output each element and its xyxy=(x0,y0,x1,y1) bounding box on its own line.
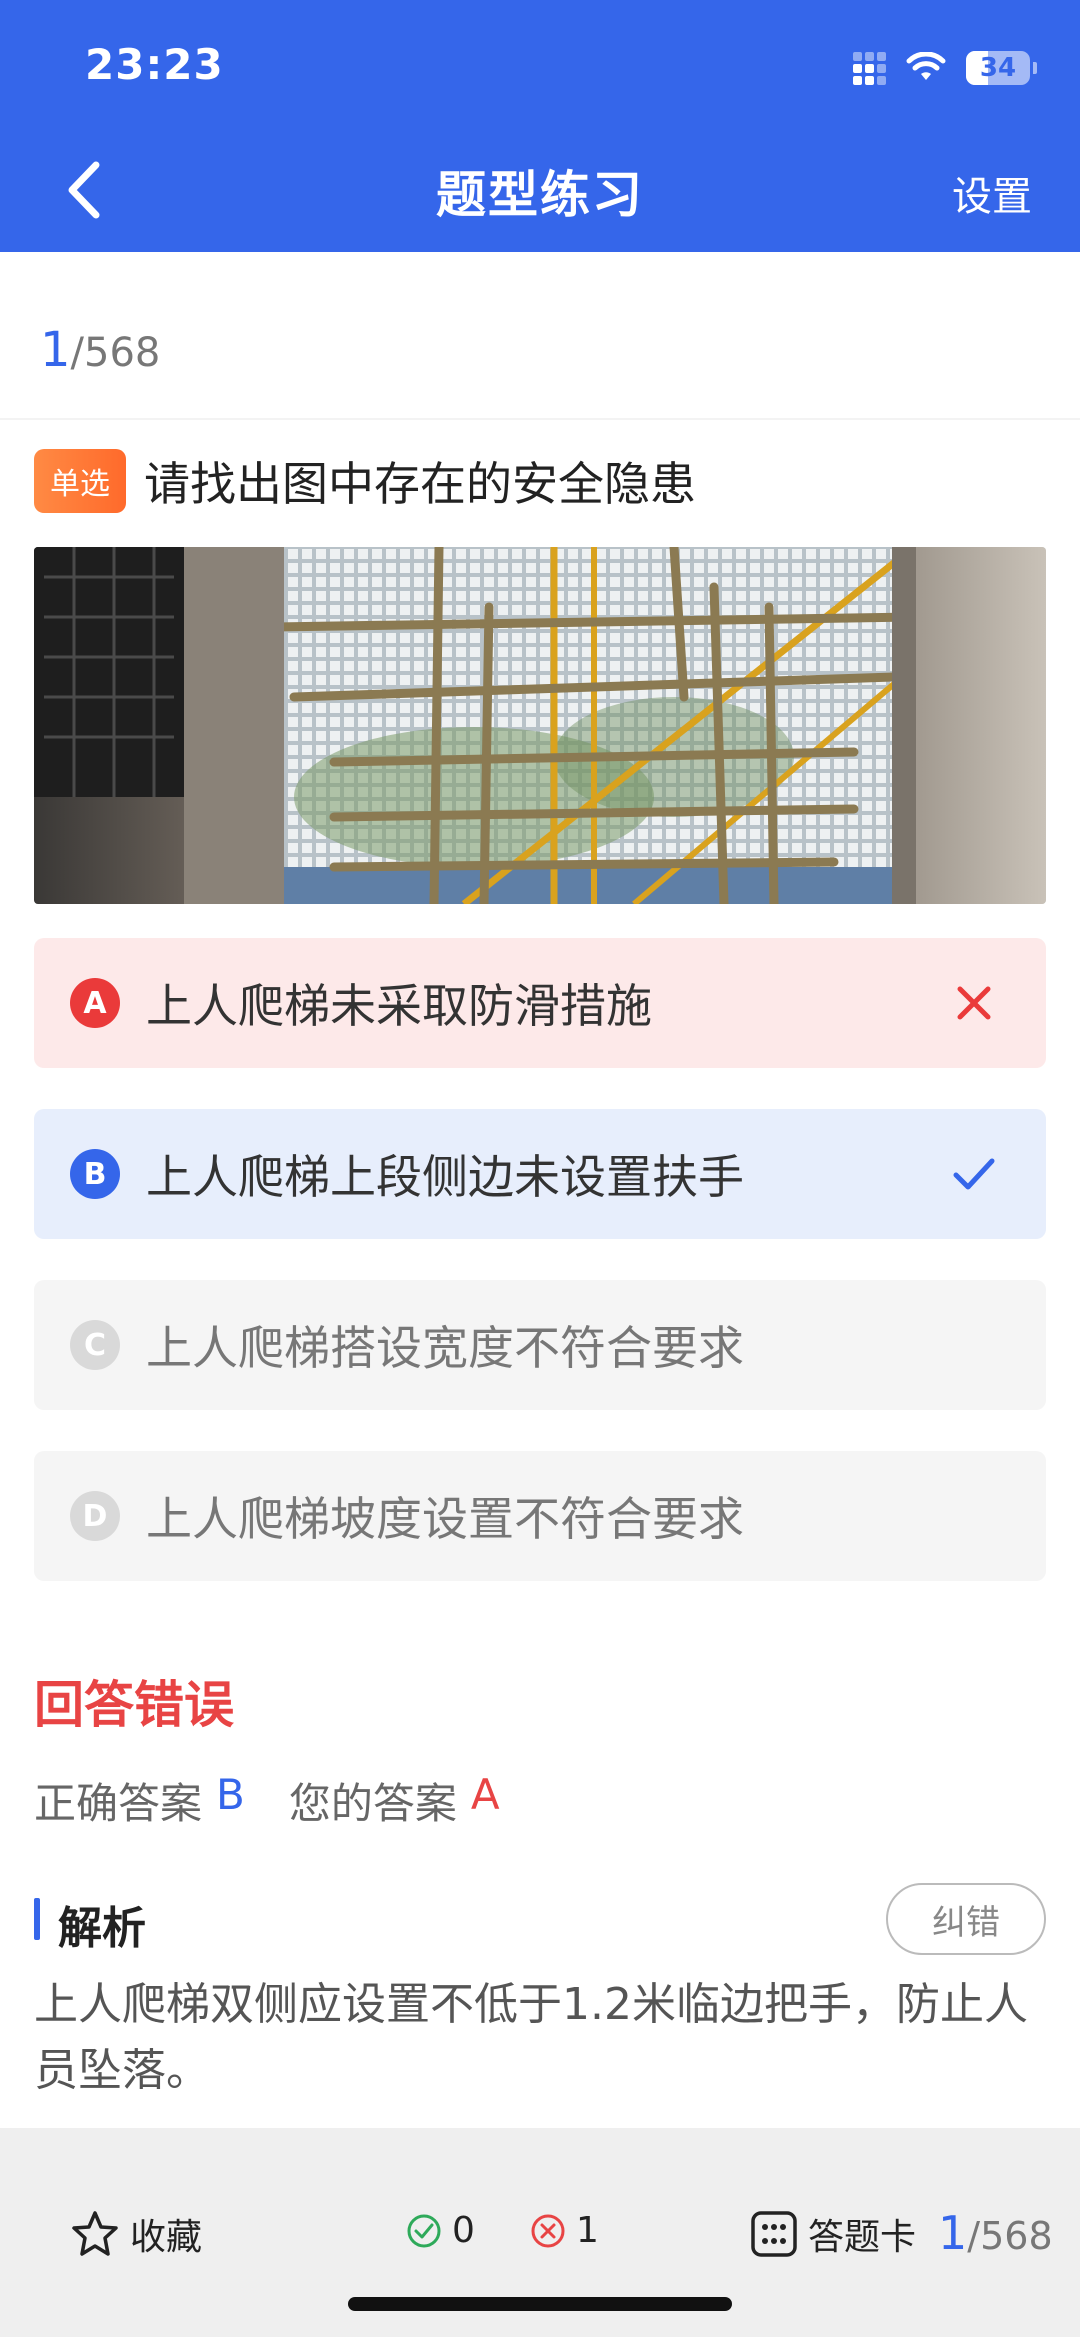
option-c[interactable]: C 上人爬梯搭设宽度不符合要求 xyxy=(34,1280,1046,1410)
option-text: 上人爬梯上段侧边未设置扶手 xyxy=(146,1150,744,1204)
correct-count: 0 xyxy=(406,2210,475,2251)
your-answer-label: 您的答案 xyxy=(288,1779,457,1828)
progress-current: 1 xyxy=(938,2206,968,2260)
question-type-badge: 单选 xyxy=(34,449,126,513)
option-letter: D xyxy=(70,1491,120,1541)
wifi-icon xyxy=(906,52,946,80)
correct-answer-label: 正确答案 xyxy=(34,1779,203,1828)
favorite-button[interactable]: 收藏 xyxy=(70,2208,202,2260)
option-a[interactable]: A 上人爬梯未采取防滑措施 xyxy=(34,938,1046,1068)
correct-answer-value: B xyxy=(216,1770,245,1819)
question-image[interactable] xyxy=(34,547,1046,904)
option-letter: B xyxy=(70,1149,120,1199)
counter-total: /568 xyxy=(70,330,161,376)
check-icon xyxy=(953,1158,995,1190)
result-title: 回答错误 xyxy=(34,1676,234,1734)
battery-level: 34 xyxy=(979,53,1017,83)
wrong-count-value: 1 xyxy=(576,2210,599,2251)
question-header: 单选 请找出图中存在的安全隐患 xyxy=(34,448,696,514)
option-text: 上人爬梯搭设宽度不符合要求 xyxy=(146,1321,744,1375)
signal-icon xyxy=(853,51,886,85)
analysis-text: 上人爬梯双侧应设置不低于1.2米临边把手，防止人员坠落。 xyxy=(34,1979,1028,2096)
status-time: 23:23 xyxy=(85,40,224,89)
progress-total: /568 xyxy=(967,2214,1053,2258)
close-icon xyxy=(957,986,991,1020)
divider xyxy=(0,418,1080,420)
counter-current: 1 xyxy=(40,322,71,378)
top-bar: 23:23 34 题型练习 设置 xyxy=(0,0,1080,252)
correct-count-value: 0 xyxy=(452,2210,475,2251)
status-icons: 34 xyxy=(853,48,1037,88)
battery-icon: 34 xyxy=(966,51,1037,85)
answer-card-button[interactable]: 答题卡 xyxy=(750,2208,916,2260)
progress-counter: 1/568 xyxy=(938,2206,1053,2260)
option-letter: A xyxy=(70,978,120,1028)
your-answer-value: A xyxy=(470,1770,500,1819)
check-circle-icon xyxy=(407,2214,441,2247)
x-circle-icon xyxy=(531,2214,565,2247)
scaffolding-photo xyxy=(34,547,1046,904)
answer-summary: 正确答案 B 您的答案 A xyxy=(34,1770,500,1831)
report-error-button[interactable]: 纠错 xyxy=(886,1883,1046,1955)
analysis-accent-bar xyxy=(34,1898,40,1940)
analysis-title: 解析 xyxy=(58,1903,146,1954)
option-letter: C xyxy=(70,1320,120,1370)
settings-button[interactable]: 设置 xyxy=(952,164,1032,222)
option-text: 上人爬梯未采取防滑措施 xyxy=(146,979,652,1033)
wrong-count: 1 xyxy=(530,2210,599,2251)
grid-icon xyxy=(751,2211,797,2257)
star-icon xyxy=(72,2211,118,2256)
favorite-label: 收藏 xyxy=(130,2217,203,2258)
page-title: 题型练习 xyxy=(436,166,644,224)
answer-card-label: 答题卡 xyxy=(808,2217,917,2258)
home-indicator xyxy=(348,2297,732,2311)
option-d[interactable]: D 上人爬梯坡度设置不符合要求 xyxy=(34,1451,1046,1581)
option-b[interactable]: B 上人爬梯上段侧边未设置扶手 xyxy=(34,1109,1046,1239)
question-text: 请找出图中存在的安全隐患 xyxy=(144,457,696,511)
option-text: 上人爬梯坡度设置不符合要求 xyxy=(146,1492,744,1546)
question-counter: 1/568 xyxy=(40,322,160,378)
